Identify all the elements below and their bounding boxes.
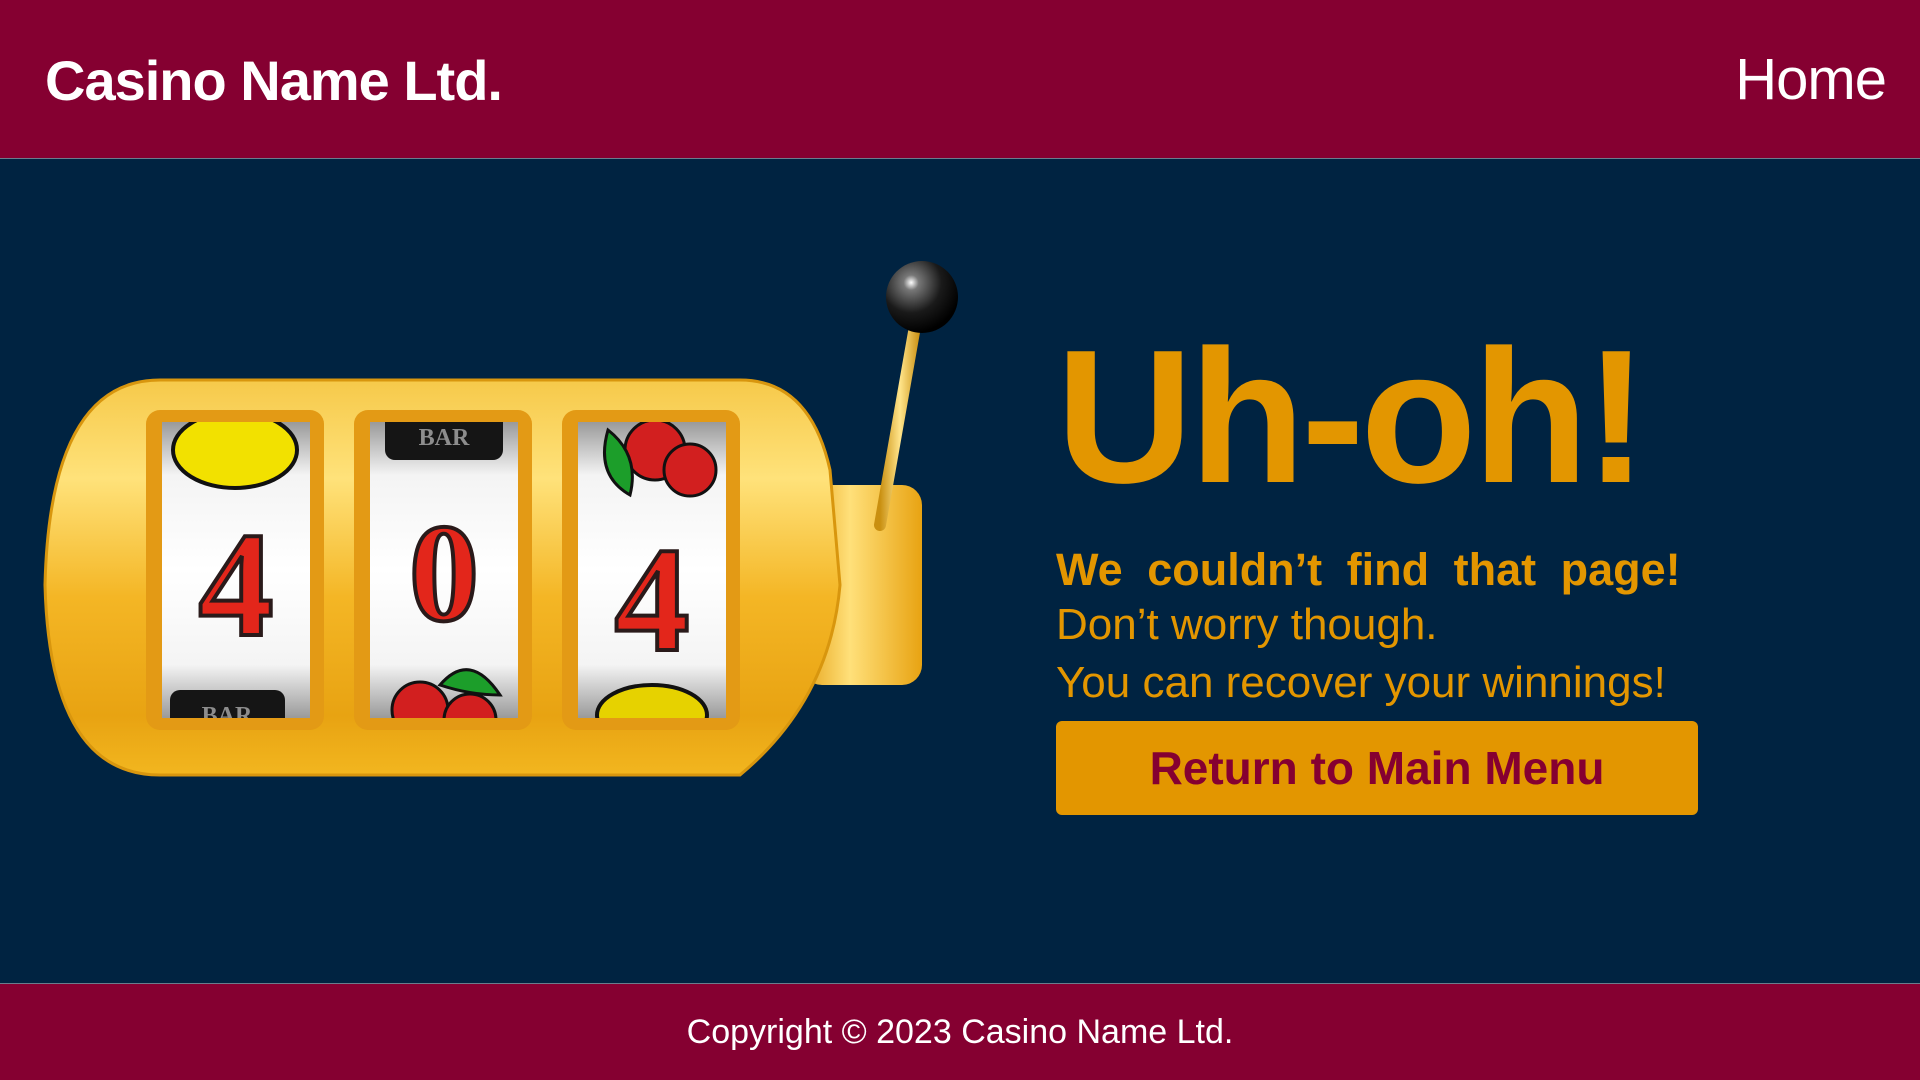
reel-digit-3: 4 xyxy=(615,517,690,683)
lever-knob xyxy=(886,261,958,333)
slot-machine-illustration: BAR 4 BAR 0 4 xyxy=(43,261,958,777)
reel-1: BAR 4 xyxy=(146,410,324,730)
nav-home-link[interactable]: Home xyxy=(1735,44,1887,116)
error-line-2: You can recover your winnings! xyxy=(1056,658,1666,707)
svg-text:BAR: BAR xyxy=(419,425,470,451)
reel-digit-2: 0 xyxy=(409,496,479,651)
error-title: Uh-oh! xyxy=(1056,311,1648,523)
reel-2: BAR 0 xyxy=(354,410,532,730)
reel-digit-1: 4 xyxy=(199,502,274,668)
return-main-menu-button[interactable]: Return to Main Menu xyxy=(1056,721,1698,815)
site-footer: Copyright © 2023 Casino Name Ltd. xyxy=(0,983,1920,1080)
site-header: Casino Name Ltd. Home xyxy=(0,0,1920,159)
brand-logo[interactable]: Casino Name Ltd. xyxy=(45,46,503,116)
error-subtitle: We couldn’t find that page! xyxy=(1056,544,1681,595)
reel-3: 4 xyxy=(562,410,740,730)
copyright-text: Copyright © 2023 Casino Name Ltd. xyxy=(686,1013,1234,1051)
lemon-icon xyxy=(171,422,299,490)
error-line-1: Don’t worry though. xyxy=(1056,600,1438,649)
error-message: Uh-oh! We couldn’t find that page! Don’t… xyxy=(1056,322,1696,712)
